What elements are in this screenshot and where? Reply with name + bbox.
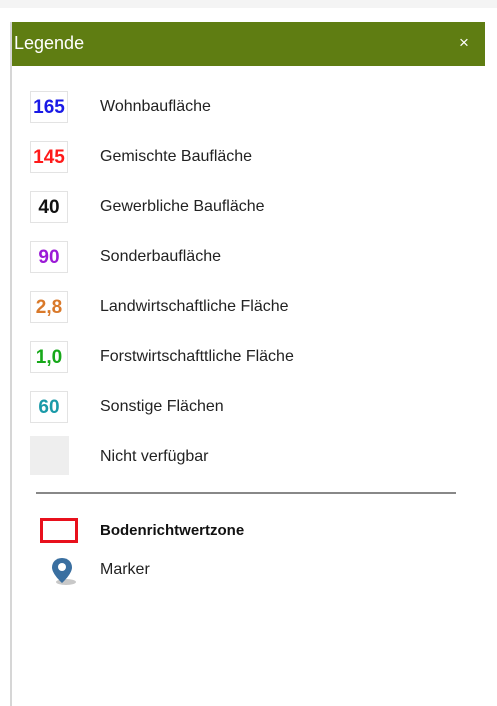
legend-panel: Legende × 165 Wohnbaufläche 145 Gemischt…	[10, 22, 485, 706]
legend-label: Wohnbaufläche	[100, 98, 211, 115]
legend-item-bodenrichtwertzone: Bodenrichtwertzone	[40, 518, 460, 546]
legend-item-wohnbauflaeche: 165 Wohnbaufläche	[30, 91, 470, 141]
legend-swatch: 2,8	[30, 291, 68, 323]
legend-header: Legende ×	[12, 22, 485, 66]
legend-label: Gemischte Baufläche	[100, 148, 253, 165]
map-marker-icon	[50, 556, 80, 586]
legend-item-marker: Marker	[50, 556, 470, 586]
legend-label: Sonderbaufläche	[100, 248, 221, 265]
legend-item-nicht-verfuegbar: Nicht verfügbar	[30, 436, 470, 491]
legend-swatch: 165	[30, 91, 68, 123]
legend-label: Sonstige Flächen	[100, 398, 224, 415]
close-button[interactable]: ×	[453, 31, 475, 55]
top-strip	[0, 0, 497, 8]
zone-label: Bodenrichtwertzone	[100, 522, 245, 539]
legend-label: Gewerbliche Baufläche	[100, 198, 265, 215]
legend-window: Legende × 165 Wohnbaufläche 145 Gemischt…	[0, 0, 497, 706]
legend-swatch: 1,0	[30, 341, 68, 373]
legend-swatch-empty	[30, 436, 69, 475]
legend-title: Legende	[14, 33, 85, 53]
legend-swatch: 90	[30, 241, 68, 273]
legend-item-sonderbauflaeche: 90 Sonderbaufläche	[30, 241, 470, 291]
legend-swatch: 145	[30, 141, 68, 173]
legend-item-forstwirtschaftliche-flaeche: 1,0 Forstwirtschafttliche Fläche	[30, 341, 470, 391]
legend-item-gemischte-bauflaeche: 145 Gemischte Baufläche	[30, 141, 470, 191]
legend-swatch: 60	[30, 391, 68, 423]
legend-label: Nicht verfügbar	[100, 448, 209, 465]
legend-item-gewerbliche-bauflaeche: 40 Gewerbliche Baufläche	[30, 191, 470, 241]
legend-item-sonstige-flaechen: 60 Sonstige Flächen	[30, 391, 470, 441]
legend-item-landwirtschaftliche-flaeche: 2,8 Landwirtschaftliche Fläche	[30, 291, 470, 341]
zone-outline-swatch	[40, 518, 78, 543]
legend-swatch: 40	[30, 191, 68, 223]
legend-divider	[36, 492, 456, 494]
legend-label: Forstwirtschafttliche Fläche	[100, 348, 294, 365]
marker-label: Marker	[100, 561, 150, 578]
legend-list: 165 Wohnbaufläche 145 Gemischte Baufläch…	[30, 91, 470, 491]
legend-label: Landwirtschaftliche Fläche	[100, 298, 289, 315]
